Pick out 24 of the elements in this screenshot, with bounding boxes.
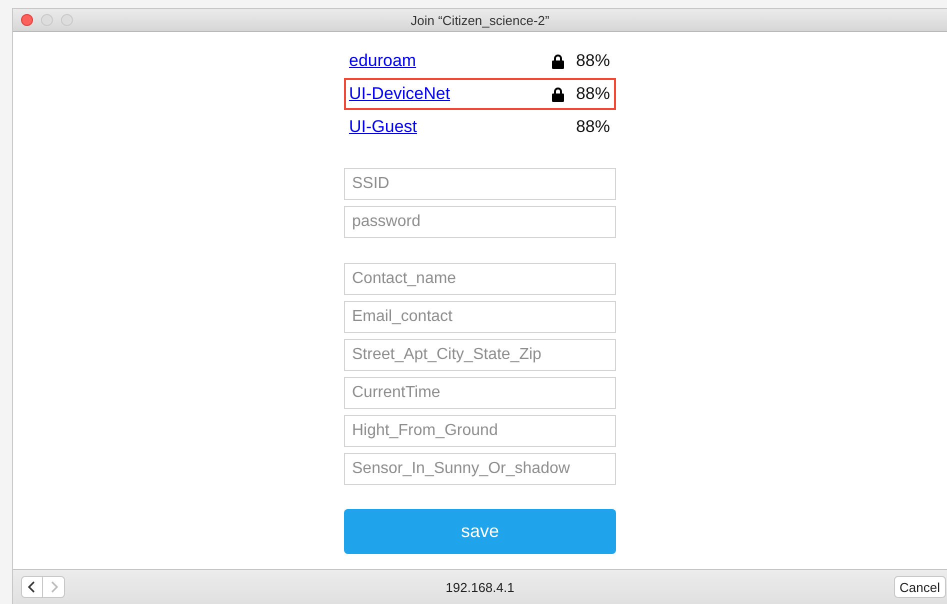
- input-field[interactable]: Sensor_In_Sunny_Or_shadow: [344, 453, 616, 485]
- input-field[interactable]: CurrentTime: [344, 377, 616, 409]
- network-link[interactable]: UI-DeviceNet: [349, 84, 450, 104]
- input-field[interactable]: Street_Apt_City_State_Zip: [344, 339, 616, 371]
- cancel-button[interactable]: Cancel: [894, 576, 946, 598]
- input-field[interactable]: SSID: [344, 168, 616, 200]
- signal-percent: 88%: [576, 117, 610, 137]
- input-field[interactable]: Contact_name: [344, 263, 616, 295]
- input-field[interactable]: password: [344, 206, 616, 238]
- minimize-button[interactable]: [41, 14, 53, 26]
- window-title: Join “Citizen_science-2”: [410, 12, 550, 28]
- back-button[interactable]: [21, 576, 43, 598]
- input-field[interactable]: Email_contact: [344, 301, 616, 333]
- chevron-right-icon: [48, 581, 58, 593]
- network-row[interactable]: UI-DeviceNet 88%: [344, 78, 616, 110]
- close-button[interactable]: [21, 14, 33, 26]
- zoom-button[interactable]: [61, 14, 73, 26]
- input-field[interactable]: Hight_From_Ground: [344, 415, 616, 447]
- address-text: 192.168.4.1: [446, 580, 514, 594]
- network-link[interactable]: UI-Guest: [349, 117, 418, 137]
- signal-percent: 88%: [576, 84, 610, 104]
- chevron-left-icon: [27, 581, 37, 593]
- signal-percent: 88%: [576, 51, 610, 71]
- network-link[interactable]: eduroam: [349, 51, 416, 71]
